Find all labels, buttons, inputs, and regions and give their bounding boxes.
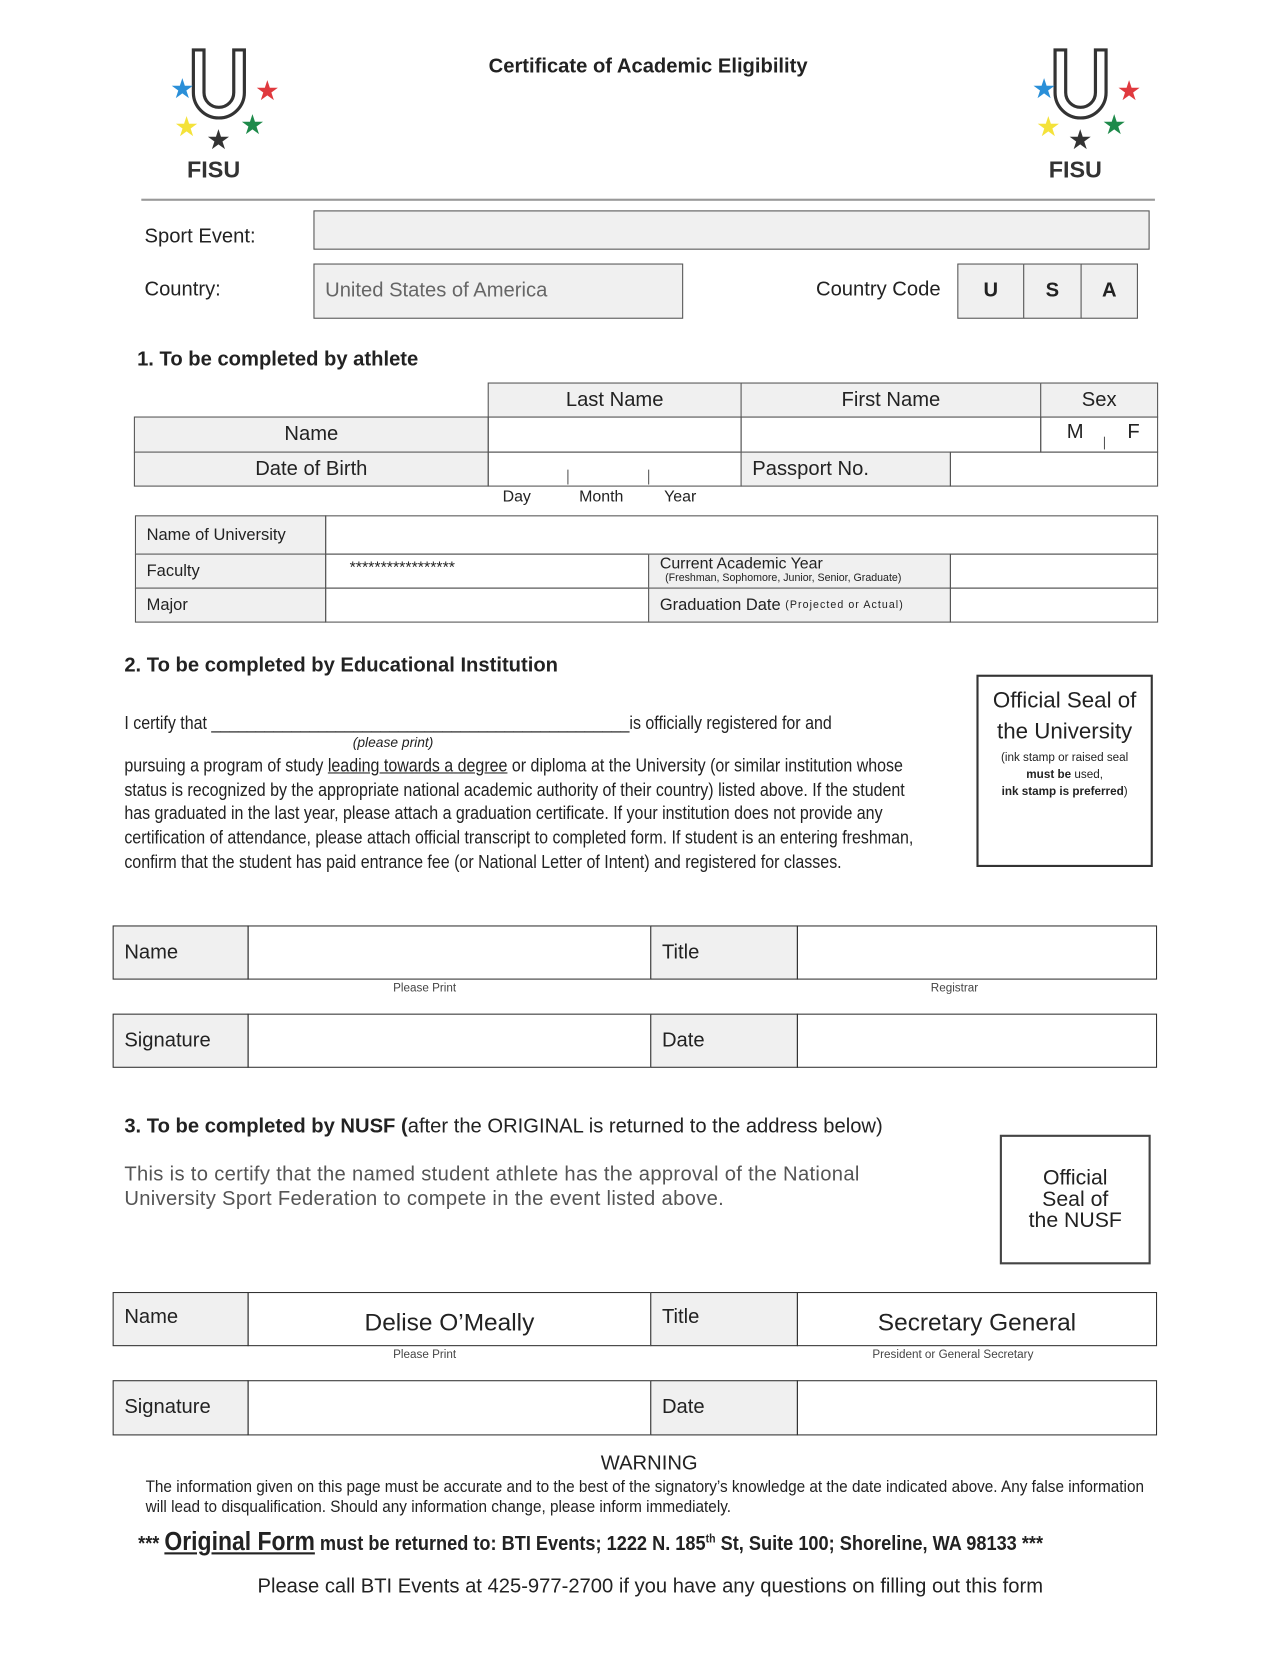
- university-seal-box: Official Seal of the University (ink sta…: [976, 674, 1153, 867]
- section3-title: 3. To be completed by NUSF (after the OR…: [124, 1115, 883, 1138]
- inst-name-field[interactable]: [247, 925, 652, 980]
- nusf-title-hint: President or General Secretary: [872, 1348, 1034, 1362]
- student-name-blank[interactable]: ________________________________________…: [211, 712, 629, 733]
- faculty-field[interactable]: *****************: [325, 553, 650, 589]
- inst-title-label: Title: [650, 925, 798, 980]
- university-field[interactable]: [325, 515, 1159, 555]
- university-label: Name of University: [134, 515, 327, 555]
- warning-text: The information given on this page must …: [145, 1477, 1145, 1517]
- inst-name-label: Name: [112, 925, 249, 980]
- grad-date-label: Graduation Date (Projected or Actual): [648, 587, 951, 623]
- dob-year-label: Year: [664, 487, 697, 506]
- inst-date-label: Date: [650, 1013, 798, 1068]
- dob-day-label: Day: [502, 487, 531, 506]
- dob-field[interactable]: [487, 451, 742, 487]
- inst-name-hint: Please Print: [393, 981, 457, 995]
- country-code-2[interactable]: S: [1023, 263, 1082, 319]
- please-print-hint: (please print): [352, 734, 434, 751]
- country-field[interactable]: United States of America: [313, 263, 684, 319]
- call-text: Please call BTI Events at 425-977-2700 i…: [257, 1575, 1044, 1598]
- svg-text:★: ★: [1102, 109, 1127, 140]
- svg-text:FISU: FISU: [1049, 156, 1102, 182]
- inst-signature-field[interactable]: [247, 1013, 652, 1068]
- inst-title-field[interactable]: [796, 925, 1158, 980]
- nusf-seal-box: Official Seal of the NUSF: [999, 1134, 1151, 1265]
- section2-title: 2. To be completed by Educational Instit…: [124, 654, 559, 677]
- dob-month-label: Month: [579, 487, 624, 506]
- sport-event-label: Sport Event:: [144, 225, 256, 248]
- inst-title-hint: Registrar: [930, 981, 979, 995]
- svg-text:★: ★: [206, 124, 231, 155]
- svg-text:★: ★: [240, 109, 265, 140]
- nusf-title-field[interactable]: Secretary General: [796, 1292, 1158, 1347]
- svg-text:★: ★: [255, 75, 280, 106]
- svg-text:FISU: FISU: [187, 156, 240, 182]
- sport-event-field[interactable]: [313, 210, 1150, 250]
- nusf-signature-label: Signature: [112, 1380, 249, 1436]
- row-name-label: Name: [133, 416, 489, 453]
- certify-paragraph: pursuing a program of study leading towa…: [124, 754, 914, 873]
- major-label: Major: [134, 587, 327, 623]
- grad-date-field[interactable]: [949, 587, 1159, 623]
- svg-text:★: ★: [174, 111, 199, 142]
- section3-text: This is to certify that the named studen…: [124, 1163, 860, 1211]
- col-sex: Sex: [1040, 382, 1159, 418]
- nusf-date-label: Date: [650, 1380, 798, 1436]
- row-dob-label: Date of Birth: [133, 451, 489, 487]
- academic-year-label: Current Academic Year (Freshman, Sophomo…: [648, 553, 951, 589]
- academic-year-field[interactable]: [949, 553, 1159, 589]
- section1-title: 1. To be completed by athlete: [137, 348, 419, 371]
- page-title: Certificate of Academic Eligibility: [488, 55, 808, 78]
- nusf-title-label: Title: [650, 1292, 798, 1347]
- certify-line: I certify that _________________________…: [124, 711, 832, 734]
- nusf-signature-field[interactable]: [247, 1380, 652, 1436]
- divider: [141, 198, 1155, 201]
- country-code-3[interactable]: A: [1080, 263, 1138, 319]
- last-name-field[interactable]: [487, 416, 742, 453]
- first-name-field[interactable]: [740, 416, 1042, 453]
- passport-field[interactable]: [949, 451, 1159, 487]
- sex-f[interactable]: F: [1127, 421, 1139, 444]
- country-code-label: Country Code: [816, 278, 941, 301]
- sex-m[interactable]: M: [1067, 421, 1084, 444]
- sex-field[interactable]: M F: [1040, 416, 1159, 453]
- nusf-date-field[interactable]: [796, 1380, 1158, 1436]
- country-label: Country:: [144, 278, 221, 301]
- warning-title: WARNING: [600, 1452, 698, 1475]
- svg-text:★: ★: [1036, 111, 1061, 142]
- nusf-name-hint: Please Print: [393, 1348, 457, 1362]
- nusf-name-field[interactable]: Delise O’Meally: [247, 1292, 652, 1347]
- return-address: *** Original Form must be returned to: B…: [138, 1527, 1044, 1557]
- col-first-name: First Name: [740, 382, 1042, 418]
- inst-signature-label: Signature: [112, 1013, 249, 1068]
- col-last-name: Last Name: [487, 382, 742, 418]
- country-code-1[interactable]: U: [957, 263, 1025, 319]
- svg-text:★: ★: [1117, 75, 1142, 106]
- nusf-name-label: Name: [112, 1292, 249, 1347]
- inst-date-field[interactable]: [796, 1013, 1158, 1068]
- passport-label: Passport No.: [740, 451, 951, 487]
- svg-text:★: ★: [1068, 124, 1093, 155]
- major-field[interactable]: [325, 587, 650, 623]
- faculty-label: Faculty: [134, 553, 327, 589]
